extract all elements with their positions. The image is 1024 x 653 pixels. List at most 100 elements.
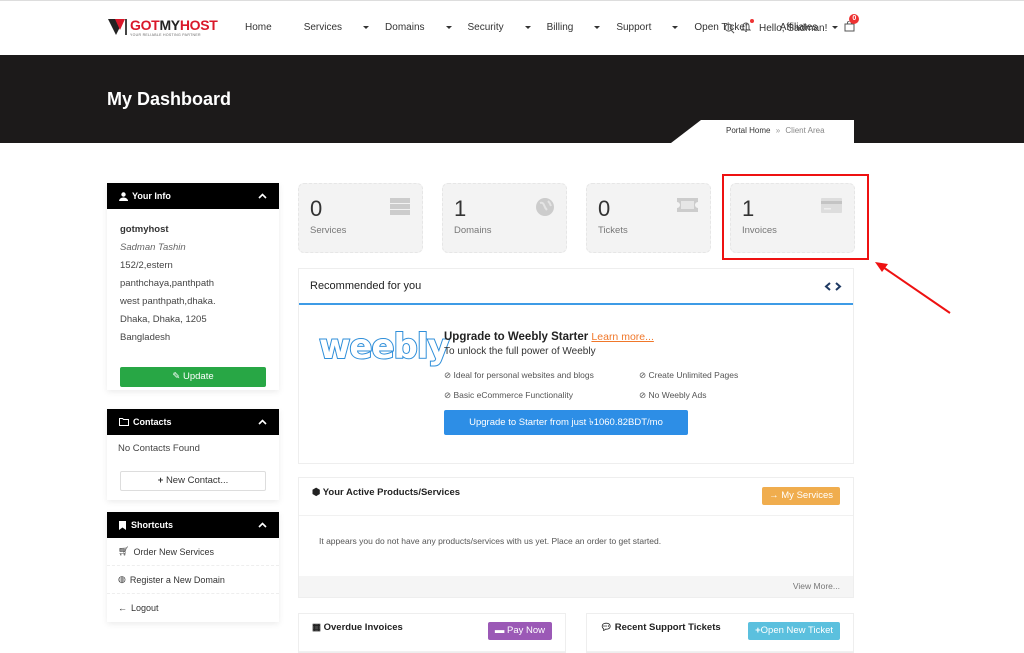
chevron-up-icon[interactable]: [258, 419, 267, 425]
chevron-down-icon: [672, 25, 679, 29]
chevron-up-icon[interactable]: [258, 193, 267, 199]
feature-item: ⊘ No Weebly Ads: [639, 390, 707, 400]
calculator-icon: ▦: [312, 622, 324, 633]
brand-logo[interactable]: GOTMYHOST YOUR RELIABLE HOSTING PARTNER: [108, 17, 224, 39]
active-products-panel: ⬢ Your Active Products/Services → My Ser…: [298, 477, 854, 598]
cart-icon: 🛒︎: [118, 546, 130, 556]
stat-label: Domains: [454, 225, 492, 236]
globe-icon: [536, 198, 554, 216]
chevron-down-icon: [594, 25, 601, 29]
ticket-icon: [677, 198, 698, 212]
recent-tickets-panel: 💬︎ Recent Support Tickets +Open New Tick…: [586, 613, 854, 653]
learn-more-link[interactable]: Learn more...: [591, 331, 653, 343]
address-line: Dhaka, Dhaka, 1205: [120, 314, 207, 325]
nav-support[interactable]: Support: [616, 22, 679, 33]
annotation-arrow-icon: [875, 262, 951, 314]
nav-services[interactable]: Services: [304, 22, 370, 33]
active-products-empty: It appears you do not have any products/…: [319, 536, 662, 546]
arrow-left-icon: ←: [118, 603, 127, 613]
shortcut-order-new-services[interactable]: 🛒︎ Order New Services: [107, 538, 279, 566]
new-contact-button[interactable]: + New Contact...: [120, 471, 266, 491]
notification-dot: [750, 19, 754, 23]
active-products-header: ⬢ Your Active Products/Services → My Ser…: [299, 478, 853, 516]
pay-now-button[interactable]: ▬ Pay Now: [487, 622, 552, 640]
stat-value: 1: [454, 196, 467, 221]
contacts-header[interactable]: Contacts: [107, 409, 279, 435]
your-info-header[interactable]: Your Info: [107, 183, 279, 209]
page-title: My Dashboard: [107, 89, 232, 109]
chevron-right-icon[interactable]: [835, 281, 842, 291]
chevron-left-icon[interactable]: [824, 281, 831, 291]
user-icon: [119, 191, 128, 201]
stat-services[interactable]: 0 Services: [298, 183, 423, 253]
top-navbar: GOTMYHOST YOUR RELIABLE HOSTING PARTNER …: [0, 0, 1024, 55]
chevron-down-icon: [445, 25, 452, 29]
comments-icon: 💬︎: [600, 622, 615, 633]
logo-wordmark: GOTMYHOST: [130, 17, 218, 33]
nav-domains[interactable]: Domains: [385, 22, 452, 33]
chevron-down-icon: [832, 26, 839, 30]
search-icon[interactable]: [724, 23, 735, 34]
stat-value: 0: [310, 196, 323, 221]
feature-item: ⊘ Create Unlimited Pages: [639, 370, 739, 380]
plus-icon: +: [157, 475, 164, 486]
bell-icon: [740, 22, 752, 32]
nav-home[interactable]: Home: [245, 22, 288, 33]
chevron-up-icon[interactable]: [258, 522, 267, 528]
stat-tickets[interactable]: 0 Tickets: [586, 183, 711, 253]
feature-item: ⊘ Basic eCommerce Functionality: [444, 390, 573, 400]
recommended-panel: Recommended for you weebly Upgrade to We…: [298, 268, 854, 464]
update-button[interactable]: ✎ Update: [120, 367, 266, 387]
breadcrumb-home[interactable]: Portal Home: [726, 126, 770, 135]
weebly-logo: weebly: [318, 326, 451, 368]
shortcut-register-domain[interactable]: ◍ Register a New Domain: [107, 566, 279, 594]
breadcrumb: Portal Home » Client Area: [671, 120, 854, 143]
open-new-ticket-button[interactable]: +Open New Ticket: [748, 622, 840, 640]
cube-icon: ⬢: [312, 487, 323, 498]
chevron-down-icon: [363, 25, 370, 29]
upgrade-button[interactable]: Upgrade to Starter from just ৳1060.82BDT…: [444, 410, 688, 435]
contacts-panel: Contacts No Contacts Found + New Contact…: [107, 409, 279, 500]
stat-label: Tickets: [598, 225, 628, 236]
address-line: panthchaya,panthpath: [120, 278, 215, 289]
view-more-link[interactable]: View More...: [793, 581, 840, 591]
address-line: west panthpath,dhaka.: [120, 296, 216, 307]
company-name: gotmyhost: [120, 224, 169, 235]
folder-icon: [119, 418, 129, 426]
overdue-invoices-panel: ▦ Overdue Invoices ▬ Pay Now: [298, 613, 566, 653]
shortcuts-panel: Shortcuts 🛒︎ Order New Services ◍ Register…: [107, 512, 279, 622]
breadcrumb-separator: »: [775, 126, 781, 135]
user-menu[interactable]: Hello, Sadman!: [759, 23, 839, 34]
highlight-box: [722, 174, 869, 260]
logo-divider: [125, 19, 127, 35]
promo-headline: Upgrade to Weebly Starter: [444, 331, 589, 343]
logo-tagline: YOUR RELIABLE HOSTING PARTNER: [130, 33, 201, 37]
stat-label: Services: [310, 225, 347, 236]
chevron-down-icon: [524, 25, 531, 29]
address-line: Bangladesh: [120, 332, 171, 343]
shortcuts-header[interactable]: Shortcuts: [107, 512, 279, 538]
recommended-title: Recommended for you: [310, 280, 422, 292]
nav-security[interactable]: Security: [468, 22, 531, 33]
cart-button[interactable]: 0: [844, 14, 860, 35]
bookmark-icon: [119, 520, 126, 530]
logo-mark-icon: [108, 19, 125, 35]
breadcrumb-current: Client Area: [785, 126, 825, 135]
my-services-button[interactable]: → My Services: [762, 487, 840, 505]
notifications-button[interactable]: [740, 19, 754, 35]
address-line: 152/2,estern: [120, 260, 173, 271]
globe-icon: ◍: [118, 574, 126, 584]
stat-value: 0: [598, 196, 611, 221]
full-name: Sadman Tashin: [120, 242, 186, 253]
nav-billing[interactable]: Billing: [547, 22, 601, 33]
server-icon: [390, 198, 410, 215]
credit-card-icon: ▬: [494, 625, 507, 636]
contacts-empty: No Contacts Found: [118, 443, 200, 454]
shortcut-logout[interactable]: ← Logout: [107, 594, 279, 622]
stat-domains[interactable]: 1 Domains: [442, 183, 567, 253]
page-header: My Dashboard: [0, 55, 1024, 143]
your-info-panel: Your Info gotmyhost Sadman Tashin 152/2,…: [107, 183, 279, 390]
arrow-right-icon: →: [769, 490, 782, 501]
nav-tools: Hello, Sadman! 0: [724, 14, 860, 35]
tickets-header: 💬︎ Recent Support Tickets +Open New Tick…: [587, 614, 853, 652]
